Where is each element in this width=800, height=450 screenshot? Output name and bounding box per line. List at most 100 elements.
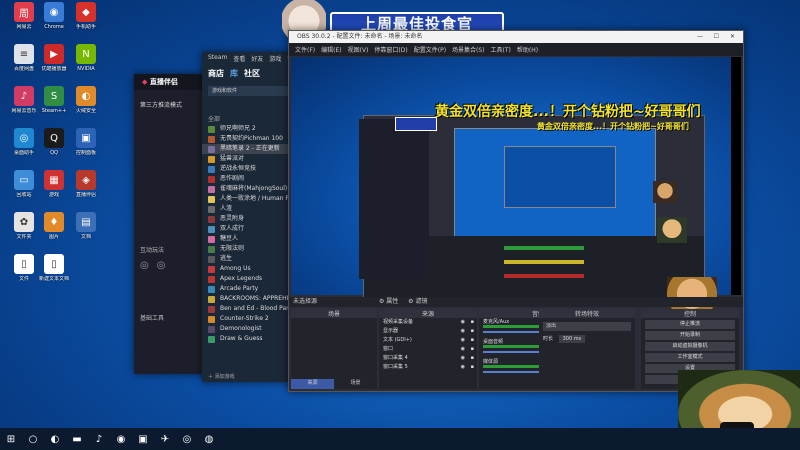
app-icon[interactable]: ✈	[154, 428, 176, 450]
obs-icon[interactable]: ◎	[176, 428, 198, 450]
game-thumbnail-icon	[208, 216, 215, 223]
game-thumbnail-icon	[208, 326, 215, 333]
search-icon[interactable]: ○	[22, 428, 44, 450]
properties-button[interactable]: ⚙ 属性	[379, 298, 398, 305]
obs-menu-item[interactable]: 视图(V)	[348, 45, 369, 54]
game-icon[interactable]: ▣	[132, 428, 154, 450]
desktop-icon[interactable]: ◆ 手机助手	[66, 2, 106, 30]
obs-control-button[interactable]: 开始录制	[645, 331, 735, 340]
duration-input[interactable]: 300 ms	[558, 335, 586, 343]
tiktok-icon[interactable]: ♪	[88, 428, 110, 450]
companion-section-tools: 基础工具	[140, 315, 165, 322]
app-icon: N	[76, 44, 96, 64]
edge-icon[interactable]: ◐	[44, 428, 66, 450]
steam-nav-library[interactable]: 库	[230, 68, 238, 79]
desktop-icon[interactable]: ◈ 直播伴侣	[66, 170, 106, 198]
obs-source-item[interactable]: 显示器 ◉ ▪	[379, 327, 477, 336]
app-icon: S	[44, 86, 64, 106]
visibility-eye-icon[interactable]: ◉	[461, 354, 465, 363]
obs-menu-item[interactable]: 文件(F)	[295, 45, 315, 54]
desktop-icon[interactable]: ▯ 新建文本文档	[34, 254, 74, 282]
steam-nav-store[interactable]: 商店	[208, 68, 224, 79]
steam-game-name: 恶灵附身	[220, 215, 245, 222]
obs-control-button[interactable]: 工作室模式	[645, 353, 735, 362]
obs-source-item[interactable]: 文本 (GDI+) ◉ ▪	[379, 336, 477, 345]
steam-menu-item[interactable]: 好友	[251, 54, 263, 63]
explorer-icon[interactable]: ▬	[66, 428, 88, 450]
steam-game-name: 逆战永恒竞技	[220, 165, 257, 172]
sources-tab[interactable]: 场景	[334, 379, 377, 389]
cat-sticker-small	[653, 181, 677, 203]
obs-window[interactable]: OBS 30.0.2 - 配置文件: 未命名 - 场景: 未命名 — ☐ ✕ 文…	[288, 30, 744, 392]
steam-game-name: 黑暗笔录 2 - 正在更新	[220, 145, 280, 152]
filters-button[interactable]: ⚙ 滤镜	[408, 298, 427, 305]
steam-menu-item[interactable]: Steam	[208, 54, 227, 63]
obs-source-item[interactable]: 窗口采集 5 ◉ ▪	[379, 363, 477, 372]
obs-menu: 文件(F) 编辑(E) 视图(V) 停靠窗口(D) 配置文件(P) 场景集合(S) 工具(T…	[289, 43, 743, 56]
minimize-icon[interactable]: —	[697, 31, 703, 43]
visibility-eye-icon[interactable]: ◉	[461, 327, 465, 336]
steam-nav-community[interactable]: 社区	[244, 68, 260, 79]
steam-game-name: 人类一败涂地 / Human Fall	[220, 195, 296, 202]
lock-icon[interactable]: ▪	[471, 354, 474, 363]
app-icon: ▯	[14, 254, 34, 274]
app-icon: 周	[14, 2, 34, 22]
companion-mode[interactable]: 第三方推流模式	[140, 100, 208, 109]
desktop-icon-label: 文档	[80, 234, 91, 240]
obs-dock-transitions-panel: 转场特效 淡出 时长 300 ms	[539, 309, 635, 389]
obs-menu-item[interactable]: 工具(T)	[491, 45, 511, 54]
visibility-eye-icon[interactable]: ◉	[461, 336, 465, 345]
maximize-icon[interactable]: ☐	[714, 31, 719, 43]
desktop-icon-label: 火绒安全	[75, 108, 96, 114]
steam-menu-item[interactable]: 游戏	[269, 54, 281, 63]
desktop-icon[interactable]: ▤ 文档	[66, 212, 106, 240]
app2-icon[interactable]: ◍	[198, 428, 220, 450]
lock-icon[interactable]: ▪	[471, 327, 474, 336]
cat-sticker-medium	[657, 217, 687, 243]
obs-source-item[interactable]: 窗口 ◉ ▪	[379, 345, 477, 354]
lock-icon[interactable]: ▪	[471, 363, 474, 372]
desktop-icon-label: NVIDIA	[77, 66, 95, 72]
obs-titlebar: OBS 30.0.2 - 配置文件: 未命名 - 场景: 未命名 — ☐ ✕	[289, 31, 743, 43]
obs-menu-item[interactable]: 编辑(E)	[321, 45, 341, 54]
app-icon: Q	[44, 128, 64, 148]
visibility-eye-icon[interactable]: ◉	[461, 345, 465, 354]
lock-icon[interactable]: ▪	[471, 345, 474, 354]
obs-control-button[interactable]: 停止推流	[645, 320, 735, 329]
desktop-icon[interactable]: N NVIDIA	[66, 44, 106, 72]
desktop-icon[interactable]: ◐ 火绒安全	[66, 86, 106, 114]
desktop-icon[interactable]: ▣ 控制面板	[66, 128, 106, 156]
windows-start-icon[interactable]: ⊞	[0, 428, 22, 450]
steam-add-game[interactable]: ＋ 添加游戏	[208, 373, 235, 380]
obs-menu-item[interactable]: 帮助(H)	[517, 45, 538, 54]
obs-source-name: 视频采集设备	[383, 319, 414, 325]
visibility-eye-icon[interactable]: ◉	[461, 363, 465, 372]
steam-game-name: 双人成行	[220, 225, 245, 232]
obs-menu-item[interactable]: 场景集合(S)	[452, 45, 485, 54]
game-thumbnail-icon	[208, 246, 215, 253]
game-thumbnail-icon	[208, 306, 215, 313]
lock-icon[interactable]: ▪	[471, 318, 474, 327]
scenes-tab[interactable]: 来源	[291, 379, 334, 389]
steam-game-name: 无限法则	[220, 245, 245, 252]
game-thumbnail-icon	[208, 146, 215, 153]
transition-select[interactable]: 淡出	[543, 322, 631, 331]
obs-source-item[interactable]: 视频采集设备 ◉ ▪	[379, 318, 477, 327]
obs-control-button[interactable]: 启动虚拟摄像机	[645, 342, 735, 351]
steam-icon[interactable]: ◉	[110, 428, 132, 450]
lock-icon[interactable]: ▪	[471, 336, 474, 345]
vote-icon[interactable]: ◎	[157, 260, 166, 271]
app-icon: ▤	[76, 212, 96, 232]
obs-menu-item[interactable]: 停靠窗口(D)	[374, 45, 407, 54]
obs-source-item[interactable]: 窗口采集 4 ◉ ▪	[379, 354, 477, 363]
close-icon[interactable]: ✕	[730, 31, 735, 43]
visibility-eye-icon[interactable]: ◉	[461, 318, 465, 327]
obs-source-toolbar: 未选择源 ⚙ 属性 ⚙ 滤镜	[289, 297, 743, 307]
gift-icon[interactable]: ◎	[140, 260, 149, 271]
steam-game-name: 逃生	[220, 255, 233, 262]
game-thumbnail-icon	[208, 296, 215, 303]
steam-menu-item[interactable]: 查看	[233, 54, 245, 63]
obs-menu-item[interactable]: 配置文件(P)	[414, 45, 446, 54]
steam-game-name: 无畏契约Pichman 100	[220, 135, 283, 142]
marquee-echo: 黄金双倍亲密度...！开个钻粉把~好哥哥们	[537, 122, 689, 131]
